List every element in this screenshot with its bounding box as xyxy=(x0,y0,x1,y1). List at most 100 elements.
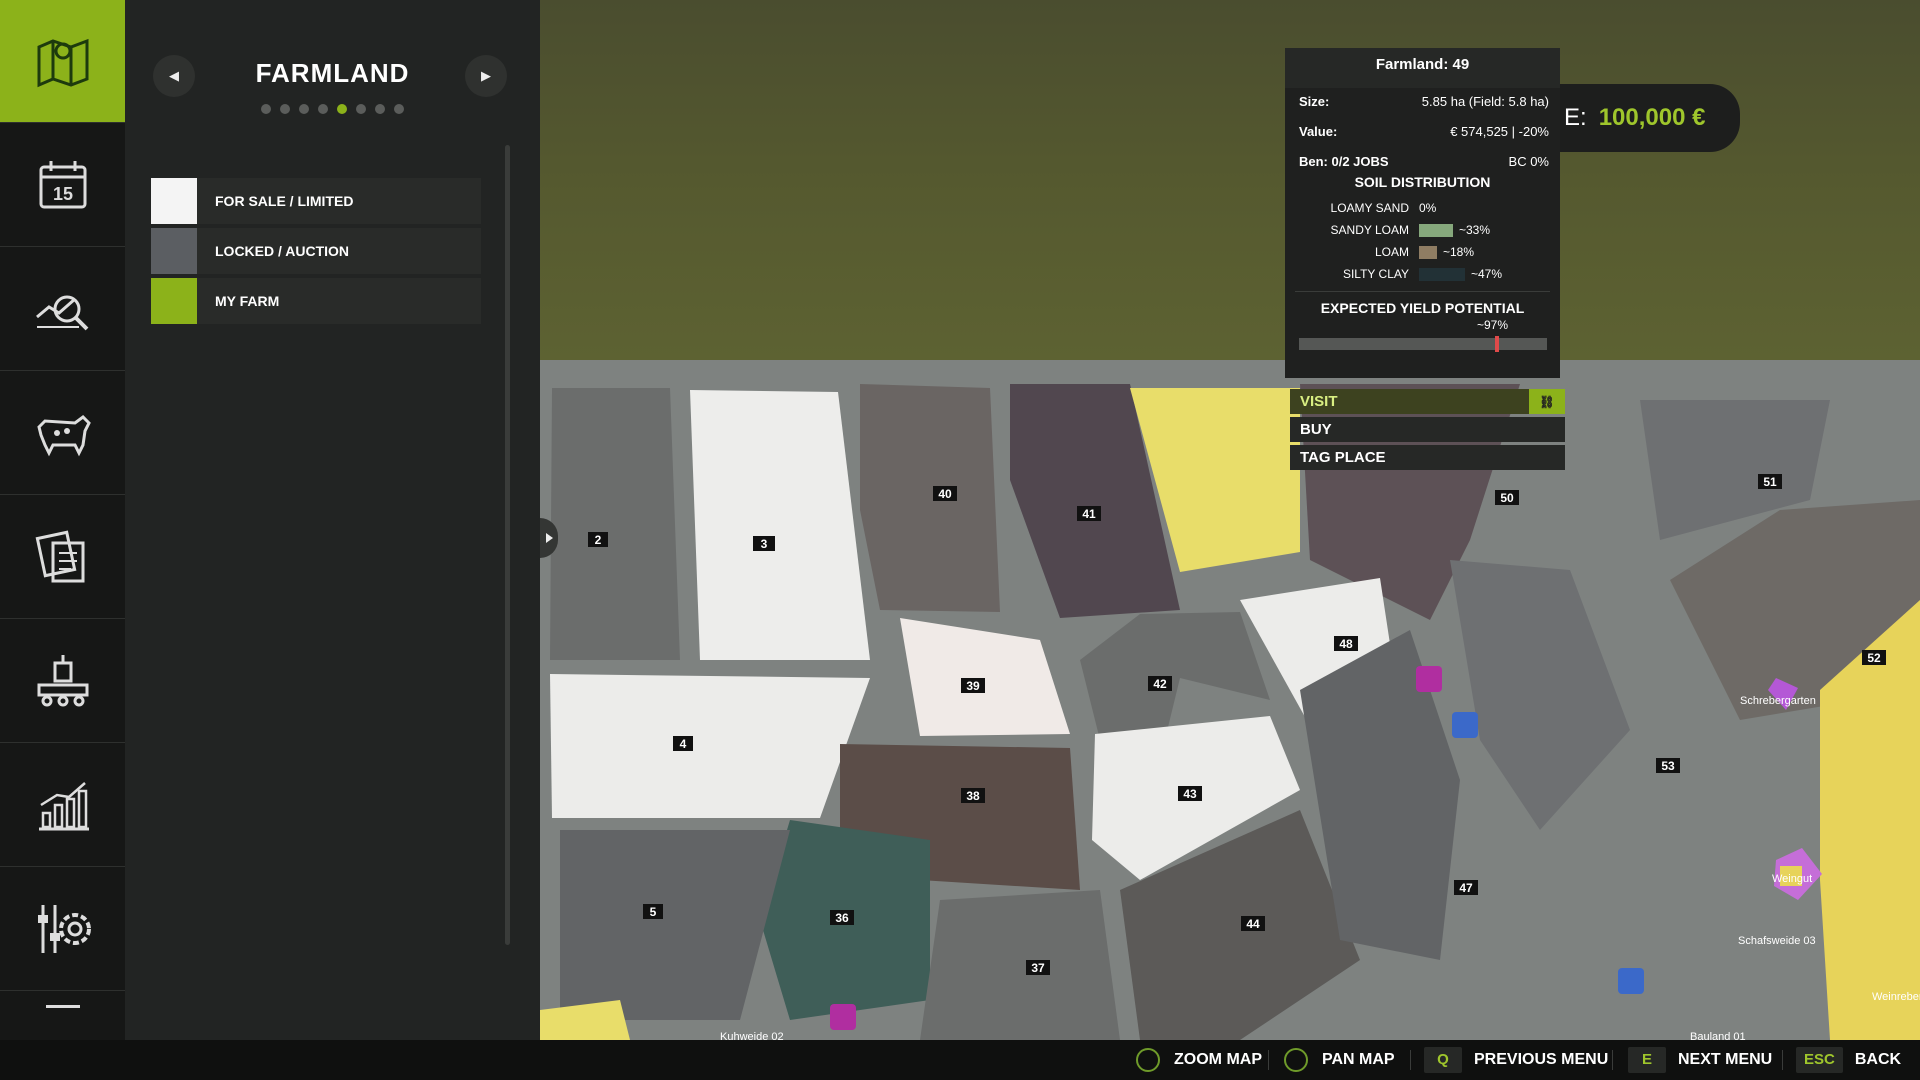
panel-scrollbar[interactable] xyxy=(505,145,510,945)
soil-row: SILTY CLAY ~47% xyxy=(1299,264,1549,284)
hint-next-menu[interactable]: E NEXT MENU xyxy=(1628,1040,1772,1080)
tag-place-button[interactable]: TAG PLACE xyxy=(1290,445,1565,470)
field-area[interactable] xyxy=(920,890,1120,1040)
poi-icon[interactable] xyxy=(1618,968,1644,994)
yield-marker xyxy=(1494,336,1499,352)
page-dot[interactable] xyxy=(318,104,328,114)
field-area[interactable] xyxy=(550,674,870,818)
page-dot[interactable] xyxy=(299,104,309,114)
chevron-right-icon: ▶ xyxy=(481,68,491,83)
field-label-5: 5 xyxy=(650,905,657,919)
field-label-50: 50 xyxy=(1500,491,1514,505)
mouse-wheel-icon xyxy=(1136,1048,1160,1072)
sidebar-item-statistics[interactable] xyxy=(0,744,125,867)
soil-pct: 0% xyxy=(1419,201,1437,215)
soil-pct: ~33% xyxy=(1459,223,1491,237)
sidebar-item-contracts[interactable] xyxy=(0,496,125,619)
hint-label: ZOOM MAP xyxy=(1174,1051,1262,1068)
sidebar-item-more[interactable] xyxy=(0,992,125,1040)
money-display: E: 100,000 € xyxy=(1540,84,1740,152)
place-label: Weinreben xyxy=(1872,991,1920,1003)
hint-previous-menu[interactable]: Q PREVIOUS MENU xyxy=(1424,1040,1608,1080)
prices-icon xyxy=(35,295,88,331)
mouse-drag-icon xyxy=(1284,1048,1308,1072)
page-dot[interactable] xyxy=(261,104,271,114)
soil-row: LOAM ~18% xyxy=(1299,242,1549,262)
field-label-37: 37 xyxy=(1031,961,1045,975)
hint-pan-map[interactable]: PAN MAP xyxy=(1284,1040,1395,1080)
hint-zoom-map[interactable]: ZOOM MAP xyxy=(1136,1040,1262,1080)
field-area[interactable] xyxy=(550,388,680,660)
soil-pct: ~18% xyxy=(1443,245,1475,259)
field-label-41: 41 xyxy=(1082,507,1096,521)
field-label-4: 4 xyxy=(680,737,687,751)
field-label-42: 42 xyxy=(1153,677,1167,691)
place-label: Kuhweide 02 xyxy=(720,1031,784,1040)
field-label-47: 47 xyxy=(1459,881,1473,895)
visit-label: VISIT xyxy=(1300,393,1338,410)
sidebar-item-settings[interactable] xyxy=(0,868,125,991)
field-label-44: 44 xyxy=(1246,917,1260,931)
buy-button[interactable]: BUY xyxy=(1290,417,1565,442)
key-esc: ESC xyxy=(1796,1047,1843,1073)
info-jobs-row: Ben: 0/2 JOBS BC 0% xyxy=(1299,154,1549,169)
page-dot[interactable] xyxy=(375,104,385,114)
size-label: Size: xyxy=(1299,94,1330,109)
value-label: Value: xyxy=(1299,124,1338,139)
page-dot[interactable] xyxy=(280,104,290,114)
map-fields: 2 3 4 5 36 37 38 39 40 41 42 43 44 47 48… xyxy=(540,384,1920,1040)
divider xyxy=(1612,1050,1613,1070)
key-e: E xyxy=(1628,1047,1666,1073)
sidebar-item-map[interactable] xyxy=(0,0,125,123)
farmland-map[interactable]: 2 3 4 5 36 37 38 39 40 41 42 43 44 47 48… xyxy=(540,0,1920,1040)
next-page-button[interactable]: ▶ xyxy=(465,55,507,97)
sidebar-item-production[interactable] xyxy=(0,620,125,743)
field-label-2: 2 xyxy=(595,533,602,547)
field-area[interactable] xyxy=(690,390,870,660)
place-label: Bauland 01 xyxy=(1690,1031,1746,1040)
field-area[interactable] xyxy=(1450,560,1630,830)
hint-label: NEXT MENU xyxy=(1678,1051,1773,1068)
poi-icon[interactable] xyxy=(1416,666,1442,692)
field-area[interactable] xyxy=(900,618,1070,736)
legend-item-for-sale: FOR SALE / LIMITED xyxy=(151,178,481,224)
farmland-info-panel: Farmland: 49 Size: 5.85 ha (Field: 5.8 h… xyxy=(1285,48,1560,378)
sidebar-item-prices[interactable] xyxy=(0,248,125,371)
info-value-row: Value: € 574,525 | -20% xyxy=(1299,124,1549,139)
hint-label: PREVIOUS MENU xyxy=(1474,1051,1609,1068)
visit-button[interactable]: VISIT ⛓ xyxy=(1290,389,1565,414)
farmland-panel: ◀ FARMLAND ▶ FOR SALE / LIMITED LOCKED /… xyxy=(125,0,540,1040)
chevron-right-icon xyxy=(545,533,553,543)
page-dot[interactable] xyxy=(394,104,404,114)
buy-label: BUY xyxy=(1300,421,1332,438)
divider xyxy=(1782,1050,1783,1070)
place-label: Schafsweide 03 xyxy=(1738,935,1816,947)
divider xyxy=(1410,1050,1411,1070)
yield-percent: ~97% xyxy=(1476,318,1509,332)
money-prefix: E: xyxy=(1564,104,1587,131)
settings-icon xyxy=(37,905,91,953)
map-icon xyxy=(37,38,88,88)
sidebar-item-calendar[interactable]: 15 xyxy=(0,124,125,247)
page-dot[interactable] xyxy=(337,104,347,114)
soil-pct: ~47% xyxy=(1471,267,1503,281)
field-area[interactable] xyxy=(860,384,1000,612)
poi-icon[interactable] xyxy=(1452,712,1478,738)
animals-icon xyxy=(36,415,91,457)
sidebar-item-animals[interactable] xyxy=(0,372,125,495)
size-value: 5.85 ha (Field: 5.8 ha) xyxy=(1421,94,1549,109)
key-q: Q xyxy=(1424,1047,1462,1073)
soil-name: SANDY LOAM xyxy=(1330,223,1409,237)
legend-item-my-farm: MY FARM xyxy=(151,278,481,324)
field-area[interactable] xyxy=(560,830,790,1020)
hint-back[interactable]: ESC BACK xyxy=(1796,1040,1901,1080)
money-amount: 100,000 € xyxy=(1598,104,1706,131)
legend-swatch xyxy=(151,178,197,224)
jobs-label: Ben: 0/2 JOBS xyxy=(1299,154,1389,169)
poi-icon[interactable] xyxy=(830,1004,856,1030)
field-label-53: 53 xyxy=(1661,759,1675,773)
field-area[interactable] xyxy=(540,1000,630,1040)
info-title: Farmland: 49 xyxy=(1285,48,1560,88)
legend-item-locked: LOCKED / AUCTION xyxy=(151,228,481,274)
page-dot[interactable] xyxy=(356,104,366,114)
